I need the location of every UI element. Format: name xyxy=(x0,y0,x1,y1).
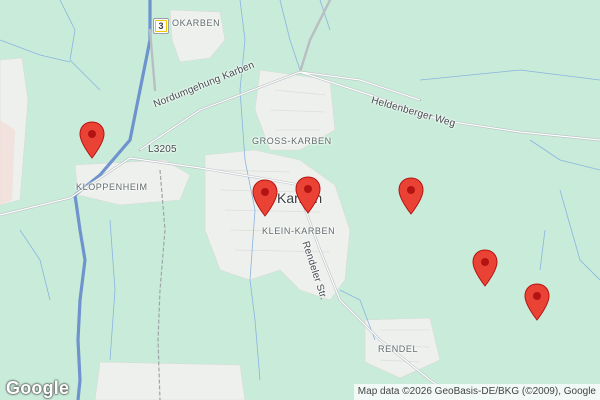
label-l3205: L3205 xyxy=(148,144,177,155)
map-marker[interactable] xyxy=(472,249,498,287)
label-okarben: OKARBEN xyxy=(172,18,221,28)
road-west xyxy=(148,28,157,92)
marker-pin-icon xyxy=(79,121,105,159)
label-kloppenheim: KLOPPENHEIM xyxy=(76,182,148,192)
road-north xyxy=(298,0,332,74)
marker-pin-icon xyxy=(524,283,550,321)
map-marker[interactable] xyxy=(524,283,550,321)
map-marker[interactable] xyxy=(295,176,321,214)
route-3-number: 3 xyxy=(155,20,167,32)
google-logo[interactable]: Google xyxy=(6,378,69,399)
map-marker[interactable] xyxy=(398,177,424,215)
marker-pin-icon xyxy=(252,179,278,217)
marker-pin-icon xyxy=(472,249,498,287)
marker-pin-icon xyxy=(398,177,424,215)
marker-pin-icon xyxy=(295,176,321,214)
map-canvas[interactable]: 3 OKARBEN GROSS-KARBEN Karben KLEIN-KARB… xyxy=(0,0,600,400)
label-gross-karben: GROSS-KARBEN xyxy=(252,136,332,146)
label-klein-karben: KLEIN-KARBEN xyxy=(262,226,336,236)
map-marker[interactable] xyxy=(79,121,105,159)
road-heldenberger xyxy=(298,70,600,142)
map-attribution: Map data ©2026 GeoBasis-DE/BKG (©2009), … xyxy=(353,384,600,400)
south-area xyxy=(94,361,246,400)
label-rendel: RENDEL xyxy=(378,344,419,354)
map-marker[interactable] xyxy=(252,179,278,217)
route-3-shield: 3 xyxy=(153,18,169,34)
